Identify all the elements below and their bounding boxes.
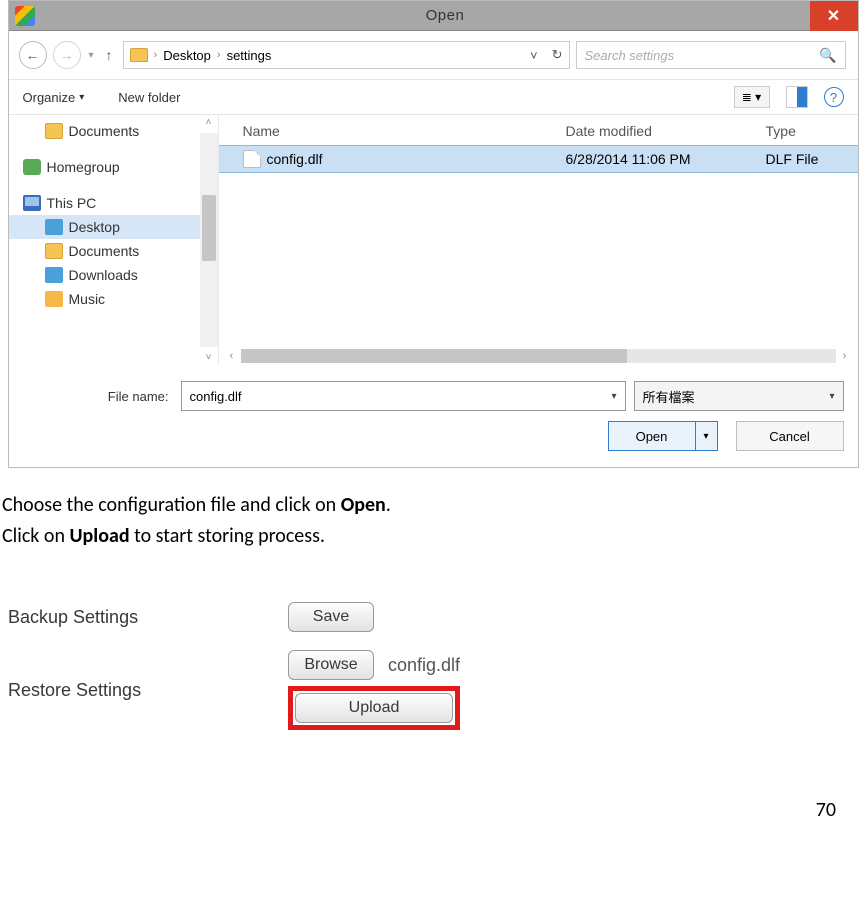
upload-highlight: Upload: [288, 686, 460, 730]
homegroup-icon: [23, 159, 41, 175]
nav-history-dropdown[interactable]: ▾: [87, 50, 96, 61]
chevron-down-icon[interactable]: ˅: [206, 352, 212, 363]
breadcrumb-root[interactable]: Desktop: [163, 48, 211, 63]
column-date[interactable]: Date modified: [566, 123, 766, 139]
view-mode-button[interactable]: ≣ ▾: [734, 86, 770, 108]
dialog-titlebar: Open ✕: [9, 1, 858, 31]
chevron-down-icon[interactable]: ▾: [611, 391, 616, 402]
chevron-down-icon[interactable]: ▾: [829, 391, 834, 402]
backup-restore-panel: Backup Settings Save Restore Settings Br…: [8, 602, 866, 730]
nav-forward-button[interactable]: →: [53, 41, 81, 69]
organize-menu[interactable]: Organize ▾: [23, 90, 85, 105]
file-icon: [243, 150, 261, 168]
upload-button[interactable]: Upload: [295, 693, 453, 723]
help-button[interactable]: ?: [824, 87, 844, 107]
nav-back-button[interactable]: ←: [19, 41, 47, 69]
chosen-file-label: config.dlf: [388, 655, 460, 676]
tree-item-downloads[interactable]: Downloads: [9, 263, 218, 287]
tree-item-homegroup[interactable]: Homegroup: [9, 155, 218, 179]
search-icon: 🔍: [819, 47, 836, 64]
chrome-icon: [15, 6, 35, 26]
tree-item-documents2[interactable]: Documents: [9, 239, 218, 263]
instruction-text: Choose the configuration file and click …: [0, 468, 866, 552]
chevron-down-icon: ▾: [79, 92, 84, 103]
page-number: 70: [0, 738, 866, 832]
tree-item-desktop[interactable]: Desktop: [9, 215, 218, 239]
computer-icon: [23, 195, 41, 211]
filetype-filter[interactable]: 所有檔案 ▾: [634, 381, 844, 411]
file-date: 6/28/2014 11:06 PM: [566, 151, 766, 167]
file-name: config.dlf: [267, 151, 566, 167]
column-name[interactable]: Name: [243, 123, 566, 139]
refresh-icon[interactable]: ↻: [552, 47, 563, 63]
cancel-button[interactable]: Cancel: [736, 421, 844, 451]
address-bar[interactable]: › Desktop › settings ˅ ↻: [123, 41, 570, 69]
open-file-dialog: Open ✕ ← → ▾ ↑ › Desktop › settings ˅ ↻: [8, 0, 859, 468]
filename-row: File name: config.dlf ▾ 所有檔案 ▾: [9, 365, 858, 421]
chevron-right-icon: ›: [154, 49, 158, 61]
navigation-tree: ˄ Documents Homegroup This PC: [9, 115, 219, 365]
column-headers[interactable]: Name Date modified Type: [219, 115, 858, 145]
list-hscrollbar[interactable]: ‹ ›: [219, 347, 858, 365]
search-input[interactable]: Search settings 🔍: [576, 41, 846, 69]
file-row[interactable]: config.dlf 6/28/2014 11:06 PM DLF File: [219, 145, 858, 173]
new-folder-button[interactable]: New folder: [118, 90, 180, 105]
tree-item-music[interactable]: Music: [9, 287, 218, 311]
chevron-left-icon[interactable]: ‹: [223, 350, 241, 362]
preview-pane-button[interactable]: [786, 86, 808, 108]
music-icon: [45, 291, 63, 307]
folder-icon: [130, 48, 148, 62]
dialog-title: Open: [81, 7, 810, 24]
column-type[interactable]: Type: [766, 123, 846, 139]
toolbar: Organize ▾ New folder ≣ ▾ ?: [9, 80, 858, 115]
filename-input[interactable]: config.dlf ▾: [181, 381, 626, 411]
tree-item-documents[interactable]: Documents: [9, 119, 218, 143]
address-bar-row: ← → ▾ ↑ › Desktop › settings ˅ ↻ Search …: [9, 31, 858, 80]
file-type: DLF File: [766, 151, 846, 167]
chevron-up-icon[interactable]: ˄: [206, 117, 212, 128]
dialog-buttons: Open ▾ Cancel: [9, 421, 858, 467]
open-button[interactable]: Open ▾: [608, 421, 718, 451]
desktop-icon: [45, 219, 63, 235]
file-list: Name Date modified Type config.dlf 6/28/…: [219, 115, 858, 365]
downloads-icon: [45, 267, 63, 283]
breadcrumb-current[interactable]: settings: [227, 48, 272, 63]
folder-icon: [45, 123, 63, 139]
backup-settings-label: Backup Settings: [8, 607, 288, 628]
close-button[interactable]: ✕: [810, 1, 858, 31]
tree-scrollbar[interactable]: [200, 133, 218, 347]
save-button[interactable]: Save: [288, 602, 374, 632]
chevron-right-icon[interactable]: ›: [836, 350, 854, 362]
restore-settings-label: Restore Settings: [8, 680, 288, 701]
nav-up-button[interactable]: ↑: [102, 47, 117, 63]
chevron-down-icon[interactable]: ˅: [530, 48, 538, 63]
browse-button[interactable]: Browse: [288, 650, 374, 680]
search-placeholder: Search settings: [585, 48, 675, 63]
folder-icon: [45, 243, 63, 259]
open-dropdown[interactable]: ▾: [695, 422, 717, 450]
chevron-right-icon: ›: [217, 49, 221, 61]
filename-label: File name:: [23, 389, 173, 404]
tree-item-thispc[interactable]: This PC: [9, 191, 218, 215]
